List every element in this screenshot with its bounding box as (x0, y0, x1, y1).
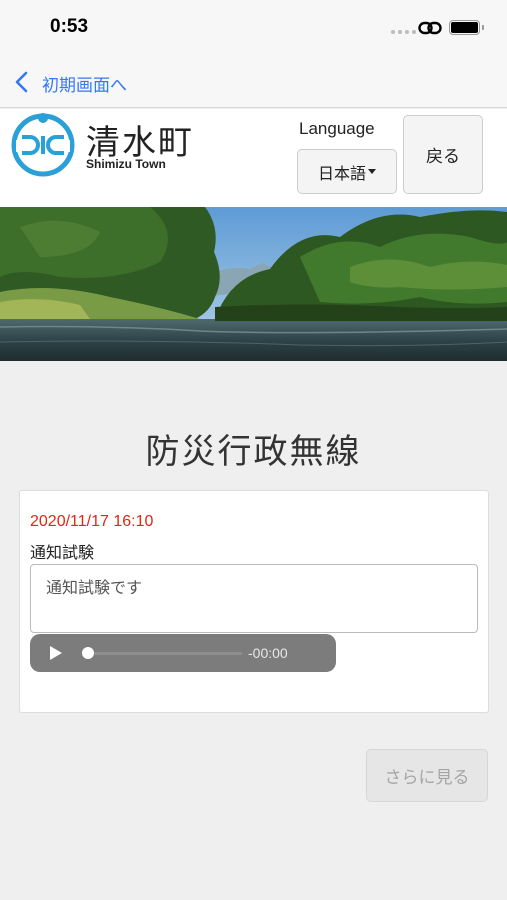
shimizu-town-emblem-icon[interactable] (10, 112, 76, 178)
audio-player: -00:00 (30, 634, 336, 672)
language-select[interactable]: 日本語 (297, 149, 397, 194)
message-card: 2020/11/17 16:10 通知試験 通知試験です -00:00 (19, 490, 489, 713)
language-value: 日本語 (317, 163, 366, 183)
signal-dots-icon (391, 30, 416, 34)
status-bar: 0:53 (0, 0, 507, 58)
audio-progress-track[interactable] (92, 652, 242, 655)
battery-icon (449, 20, 480, 35)
chevron-left-icon[interactable] (14, 70, 30, 94)
back-button[interactable]: 戻る (403, 115, 483, 194)
page-title: 防災行政無線 (145, 432, 362, 472)
audio-time: -00:00 (248, 645, 288, 661)
site-header: 清水町 Shimizu Town Language 日本語 戻る (0, 109, 507, 207)
message-subject: 通知試験 (30, 543, 95, 562)
battery-tip (482, 25, 484, 30)
back-to-home-link[interactable]: 初期画面へ (42, 71, 127, 96)
river-forest-photo (0, 207, 507, 361)
link-icon (418, 21, 442, 35)
audio-progress-thumb[interactable] (82, 647, 94, 659)
navigation-bar: 初期画面へ (0, 58, 507, 108)
town-name-en: Shimizu Town (86, 157, 166, 171)
caret-down-icon (368, 169, 376, 174)
language-label: Language (299, 119, 375, 138)
message-date: 2020/11/17 16:10 (30, 513, 154, 530)
see-more-button[interactable]: さらに見る (366, 749, 488, 802)
message-body: 通知試験です (30, 564, 478, 633)
status-time: 0:53 (50, 16, 89, 37)
play-icon[interactable] (50, 646, 62, 660)
